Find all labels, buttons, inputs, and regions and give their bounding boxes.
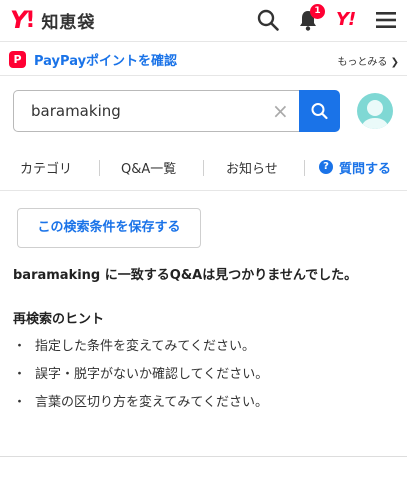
paypay-banner[interactable]: P PayPayポイントを確認 もっとみる ❯ [0,42,407,76]
nav-divider [203,160,204,176]
nav-divider [304,160,305,176]
notification-badge: 1 [310,4,325,19]
logo-text: 知恵袋 [41,12,96,33]
hint-list: 指定した条件を変えてみてください。 誤字・脱字がないか確認してください。 言葉の… [13,337,268,421]
nav-notices[interactable]: お知らせ [226,158,278,177]
search-input-value[interactable]: baramaking [31,102,121,120]
chiebukuro-logo[interactable]: Y ! 知恵袋 [10,6,96,34]
paypay-label[interactable]: PayPayポイントを確認 [34,50,177,69]
main-nav: カテゴリ Q&A一覧 お知らせ ? 質問する [0,147,407,191]
paypay-icon: P [9,51,26,68]
see-more-link[interactable]: もっとみる ❯ [337,53,399,68]
save-search-button[interactable]: この検索条件を保存する [17,208,201,248]
no-results-message: baramaking に一致するQ&Aは見つかりませんでした。 [13,268,358,283]
ask-question-link[interactable]: 質問する [339,158,391,177]
search-icon[interactable] [256,8,280,32]
hint-item: 誤字・脱字がないか確認してください。 [13,365,268,393]
logo-bang: ! [25,7,36,33]
hamburger-menu-icon[interactable] [376,8,396,32]
search-button-icon [311,103,328,120]
hint-item: 言葉の区切り方を変えてみてください。 [13,393,268,421]
hint-heading: 再検索のヒント [13,312,105,327]
hint-item: 指定した条件を変えてみてください。 [13,337,268,365]
nav-category[interactable]: カテゴリ [20,158,72,177]
app-header: Y ! 知恵袋 1 Y! [0,0,407,42]
yahoo-japan-icon[interactable]: Y! [336,9,356,30]
footer-divider [0,456,407,457]
question-icon[interactable]: ? [319,160,333,174]
search-button[interactable] [299,90,340,132]
search-input[interactable]: baramaking × [13,90,299,132]
nav-qa-list[interactable]: Q&A一覧 [121,158,176,177]
nav-divider [99,160,100,176]
avatar-icon[interactable] [357,93,393,129]
logo-y: Y [10,6,27,34]
clear-icon[interactable]: × [272,100,289,122]
avatar-silhouette [362,100,388,129]
